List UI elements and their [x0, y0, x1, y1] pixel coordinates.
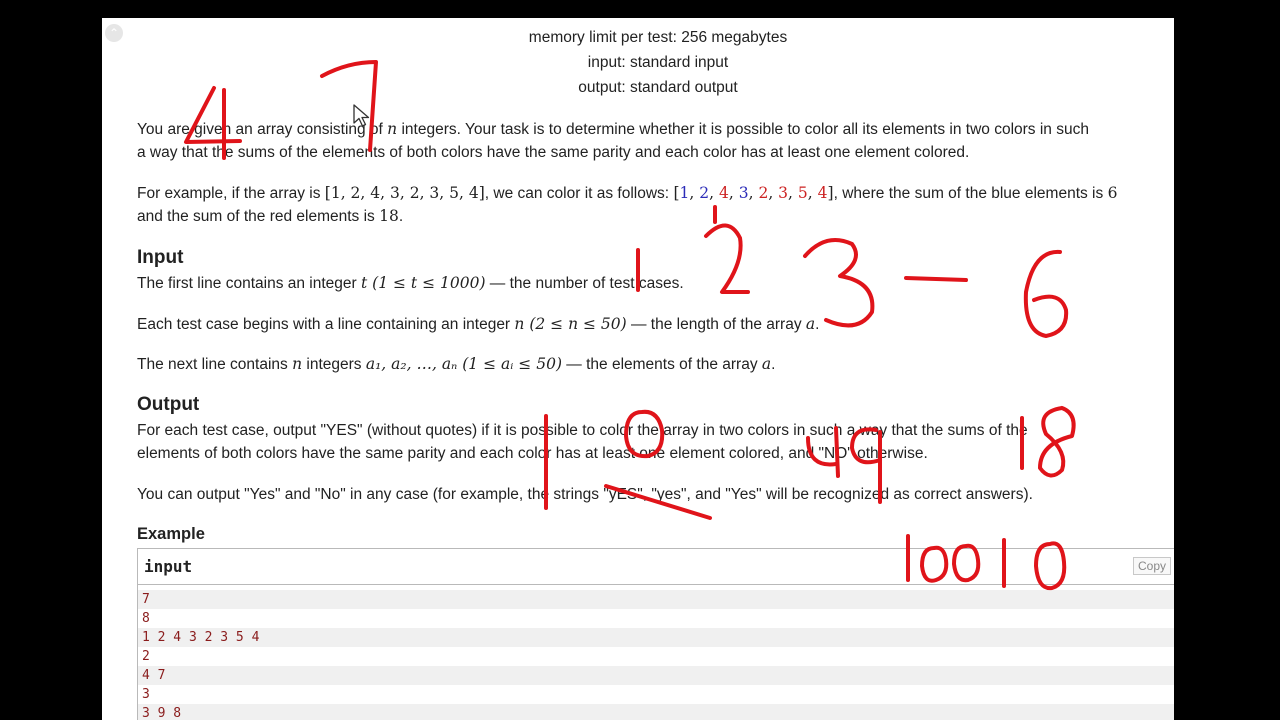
sample-input-box: input Copy 781 2 4 3 2 3 5 424 733 9 8: [137, 548, 1174, 720]
input-line-1: The first line contains an integer t (1 …: [137, 274, 684, 292]
input-file: input: standard input: [587, 54, 729, 71]
copy-button[interactable]: Copy: [1133, 557, 1172, 575]
input-line-2: Each test case begins with a line contai…: [137, 315, 820, 333]
colored-array-element: 2: [699, 184, 710, 202]
output-file: output: standard output: [578, 79, 738, 96]
colored-array-element: 5: [797, 184, 808, 202]
statement-paragraph-2: For example, if the array is [1, 2, 4, 3…: [137, 184, 1118, 225]
colored-array-element: 2: [758, 184, 769, 202]
colored-array-element: 4: [718, 184, 729, 202]
sample-input-line: 4 7: [138, 666, 1174, 685]
sample-input-line: 2: [138, 647, 1174, 666]
output-paragraph-2: You can output "Yes" and "No" in any cas…: [137, 486, 1033, 503]
sample-input-line: 7: [138, 590, 1174, 609]
output-paragraph-1: For each test case, output "YES" (withou…: [137, 422, 1028, 462]
colored-array-element: 1: [679, 184, 690, 202]
clipped-time-limit-line: [550, 18, 762, 20]
sample-input-label: input: [144, 557, 193, 576]
mouse-cursor-icon: [353, 104, 370, 127]
problem-page: ⌃ memory limit per test: 256 megabytes i…: [102, 18, 1174, 720]
sample-input-lines: 781 2 4 3 2 3 5 424 733 9 8: [138, 590, 1174, 720]
colored-array-element: 4: [817, 184, 828, 202]
sample-input-line: 1 2 4 3 2 3 5 4: [138, 628, 1174, 647]
colored-array-element: 3: [778, 184, 789, 202]
sample-input-line: 3: [138, 685, 1174, 704]
input-line-3: The next line contains n integers a₁, a₂…: [137, 355, 776, 373]
output-section-title: Output: [137, 394, 200, 415]
sample-input-line: 8: [138, 609, 1174, 628]
sample-input-header: input Copy: [138, 549, 1174, 585]
colored-array-element: 3: [738, 184, 749, 202]
statement-paragraph-1: You are given an array consisting of n i…: [137, 120, 1089, 161]
memory-limit: memory limit per test: 256 megabytes: [528, 29, 788, 46]
input-section-title: Input: [137, 247, 184, 268]
example-title: Example: [137, 525, 205, 543]
sample-input-line: 3 9 8: [138, 704, 1174, 720]
colored-array: [1, 2, 4, 3, 2, 3, 5, 4]: [673, 184, 834, 202]
